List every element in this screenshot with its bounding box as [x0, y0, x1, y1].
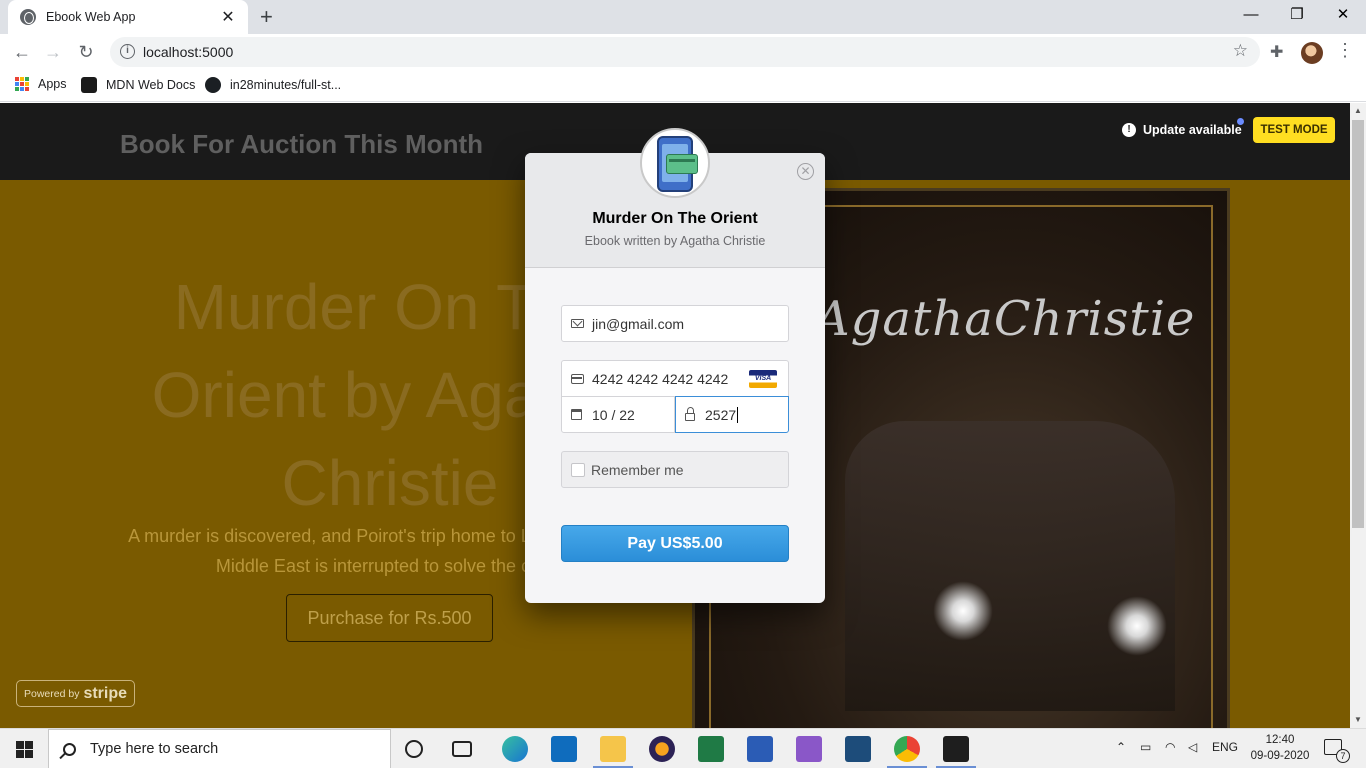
cortana-icon[interactable] [405, 740, 423, 758]
task-view-icon[interactable] [452, 741, 472, 757]
github-icon [205, 77, 221, 93]
forward-arrow-icon[interactable]: → [41, 40, 65, 64]
taskbar-search[interactable]: Type here to search [48, 729, 391, 768]
purchase-button[interactable]: Purchase for Rs.500 [286, 594, 493, 642]
taskbar-search-placeholder: Type here to search [90, 741, 219, 757]
mysql-workbench-icon[interactable] [845, 736, 871, 762]
checkout-subtitle: Ebook written by Agatha Christie [584, 234, 766, 248]
mdn-icon [81, 77, 97, 93]
cover-author: AgathaChristie [815, 291, 1196, 347]
close-icon[interactable]: ✕ [797, 163, 814, 180]
remember-checkbox[interactable] [571, 462, 585, 477]
notification-count: 7 [1336, 749, 1350, 763]
bookmark-apps[interactable]: Apps [15, 77, 67, 91]
clock-date: 09-09-2020 [1250, 750, 1310, 762]
back-arrow-icon[interactable]: ← [10, 40, 34, 64]
page-heading: Book For Auction This Month [120, 129, 483, 159]
battery-icon[interactable]: ▭ [1140, 740, 1151, 754]
search-icon [63, 742, 76, 756]
terminal-icon[interactable] [943, 736, 969, 762]
extensions-puzzle-icon[interactable]: ✚ [1270, 42, 1283, 62]
card-icon [571, 373, 584, 384]
card-number-value: 4242 4242 4242 4242 [592, 370, 729, 387]
globe-icon [20, 9, 36, 25]
update-available[interactable]: ! Update available [1122, 123, 1242, 137]
train-headlight [1107, 596, 1167, 656]
bookmark-github[interactable]: in28minutes/full-st... [205, 77, 341, 93]
cvc-value: 2527 [705, 406, 737, 423]
address-bar[interactable]: i localhost:5000 ☆ [110, 37, 1260, 67]
close-window-button[interactable]: ✕ [1320, 0, 1366, 30]
excel-icon[interactable] [698, 736, 724, 762]
checkout-header: ✕ Murder On The Orient Ebook written by … [525, 128, 825, 268]
update-dot [1237, 118, 1244, 125]
site-info-icon[interactable]: i [120, 44, 135, 59]
wifi-icon[interactable]: ◠ [1165, 740, 1175, 754]
restore-button[interactable]: ❐ [1274, 0, 1320, 30]
word-icon[interactable] [747, 736, 773, 762]
remember-label: Remember me [591, 461, 684, 478]
volume-icon[interactable]: ◁ [1188, 740, 1197, 754]
language-indicator[interactable]: ENG [1212, 740, 1238, 754]
edge-icon[interactable] [502, 736, 528, 762]
pay-button[interactable]: Pay US$5.00 [561, 525, 789, 562]
alert-icon: ! [1122, 123, 1136, 137]
mail-icon [571, 319, 584, 328]
powered-by-label: Powered by [24, 687, 80, 700]
bookmarks-bar: Apps MDN Web Docs in28minutes/full-st... [0, 70, 1366, 102]
clock-time: 12:40 [1265, 734, 1295, 746]
browser-menu-icon[interactable]: ⋮ [1336, 40, 1354, 61]
text-caret [737, 406, 739, 423]
tab-strip: Ebook Web App ✕ + — ❐ ✕ [0, 0, 1366, 34]
windows-start-icon[interactable] [16, 741, 33, 758]
tab-title: Ebook Web App [46, 10, 136, 24]
minimize-button[interactable]: — [1228, 0, 1274, 30]
credit-card-icon [666, 154, 698, 174]
bookmark-label: in28minutes/full-st... [230, 78, 342, 92]
expiry-field[interactable]: 10 / 22 [561, 396, 675, 433]
update-label: Update available [1143, 123, 1242, 137]
calendar-icon [571, 409, 582, 420]
train-headlight [933, 581, 993, 641]
bookmark-label: MDN Web Docs [106, 78, 196, 92]
page-scrollbar[interactable]: ▲ ▼ [1350, 103, 1366, 728]
apps-grid-icon [15, 77, 29, 91]
powered-by-stripe-badge[interactable]: Powered by stripe [16, 680, 135, 707]
card-number-field[interactable]: 4242 4242 4242 4242 VISA [561, 360, 789, 397]
browser-toolbar: ← → ↻ i localhost:5000 ☆ ✚ ⋮ [0, 34, 1366, 70]
scroll-down-icon[interactable]: ▼ [1350, 712, 1366, 728]
bookmark-star-icon[interactable]: ☆ [1233, 41, 1248, 61]
taskbar: Type here to search ⌃ ▭ ◠ ◁ ENG 12:40 09… [0, 728, 1366, 768]
checkout-title: Murder On The Orient [592, 210, 758, 227]
stripe-logo: stripe [83, 684, 128, 702]
browser-tab[interactable]: Ebook Web App ✕ [8, 0, 248, 34]
email-field[interactable]: jin@gmail.com [561, 305, 789, 342]
taskbar-clock[interactable]: 12:40 09-09-2020 [1250, 732, 1310, 764]
test-mode-badge: TEST MODE [1253, 117, 1335, 143]
outlook-icon[interactable] [551, 736, 577, 762]
file-explorer-icon[interactable] [600, 736, 626, 762]
remember-me-row[interactable]: Remember me [561, 451, 789, 488]
train-illustration [845, 421, 1175, 711]
email-value: jin@gmail.com [592, 315, 685, 332]
lock-icon [685, 406, 695, 421]
cvc-field[interactable]: 2527 [675, 396, 789, 433]
profile-avatar[interactable] [1301, 42, 1323, 64]
url-text[interactable]: localhost:5000 [143, 44, 233, 60]
scroll-thumb[interactable] [1352, 120, 1364, 528]
checkout-logo [640, 128, 710, 198]
tab-close-icon[interactable]: ✕ [220, 7, 236, 27]
bookmark-label: Apps [38, 77, 67, 91]
chrome-icon[interactable] [894, 736, 920, 762]
bookmark-mdn[interactable]: MDN Web Docs [81, 77, 195, 93]
reload-icon[interactable]: ↻ [74, 40, 98, 64]
visual-studio-icon[interactable] [796, 736, 822, 762]
show-hidden-icons-chevron-icon[interactable]: ⌃ [1116, 740, 1126, 754]
new-tab-button[interactable]: + [260, 4, 273, 30]
checkout-modal: ✕ Murder On The Orient Ebook written by … [525, 128, 825, 603]
visa-icon: VISA [749, 370, 777, 388]
expiry-value: 10 / 22 [592, 406, 635, 423]
eclipse-icon[interactable] [649, 736, 675, 762]
scroll-up-icon[interactable]: ▲ [1350, 103, 1366, 119]
